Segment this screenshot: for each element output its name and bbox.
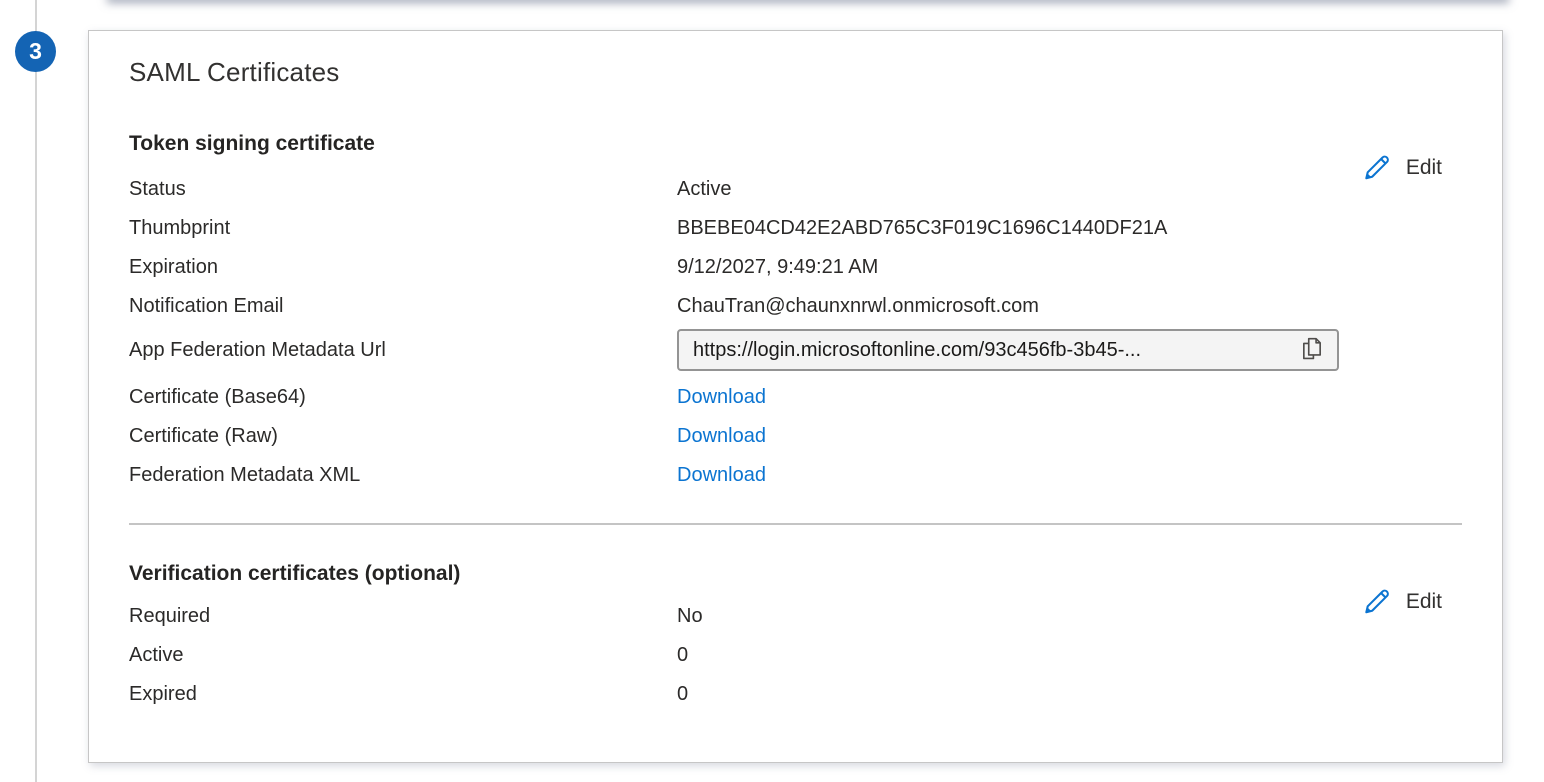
edit-token-signing-certificate-button[interactable]: Edit [1354,147,1448,188]
expired-row: Expired 0 [129,675,1462,714]
certificate-base64-row: Certificate (Base64) Download [129,378,1462,417]
section-divider [129,523,1462,525]
expired-value: 0 [677,683,1462,706]
federation-metadata-xml-row: Federation Metadata XML Download [129,456,1462,495]
notification-email-value: ChauTran@chaunxnrwl.onmicrosoft.com [677,295,1462,318]
download-certificate-raw-link[interactable]: Download [677,425,766,448]
federation-metadata-xml-label: Federation Metadata XML [129,464,677,487]
edit-pencil-icon [1360,151,1393,184]
certificate-raw-label: Certificate (Raw) [129,425,677,448]
status-value: Active [677,178,1462,201]
active-value: 0 [677,644,1462,667]
required-value: No [677,605,1462,628]
edit-button-label: Edit [1406,590,1442,614]
download-certificate-base64-link[interactable]: Download [677,386,766,409]
status-label: Status [129,178,677,201]
app-federation-metadata-url-row: App Federation Metadata Url https://logi… [129,326,1462,374]
app-federation-metadata-url-label: App Federation Metadata Url [129,339,677,362]
thumbprint-value: BBEBE04CD42E2ABD765C3F019C1696C1440DF21A [677,217,1462,240]
edit-verification-certificates-button[interactable]: Edit [1354,581,1448,622]
step-connector-line [35,0,37,782]
step-badge: 3 [15,31,56,72]
active-row: Active 0 [129,636,1462,675]
app-federation-metadata-url-value: https://login.microsoftonline.com/93c456… [693,339,1289,362]
status-row: Status Active [129,170,1462,209]
edit-button-label: Edit [1406,156,1442,180]
app-federation-metadata-url-input[interactable]: https://login.microsoftonline.com/93c456… [677,329,1339,371]
expiration-label: Expiration [129,256,677,279]
step-number: 3 [29,38,42,65]
notification-email-label: Notification Email [129,295,677,318]
verification-certificates-heading: Verification certificates (optional) [129,562,1462,586]
active-label: Active [129,644,677,667]
edit-pencil-icon [1360,585,1393,618]
expired-label: Expired [129,683,677,706]
certificate-base64-label: Certificate (Base64) [129,386,677,409]
copy-url-button[interactable] [1295,333,1329,367]
token-signing-certificate-heading: Token signing certificate [129,132,1462,156]
download-federation-metadata-xml-link[interactable]: Download [677,464,766,487]
certificate-raw-row: Certificate (Raw) Download [129,417,1462,456]
expiration-value: 9/12/2027, 9:49:21 AM [677,256,1462,279]
notification-email-row: Notification Email ChauTran@chaunxnrwl.o… [129,287,1462,326]
required-row: Required No [129,597,1462,636]
card-title: SAML Certificates [129,57,1462,88]
saml-certificates-card: SAML Certificates Token signing certific… [88,30,1503,763]
expiration-row: Expiration 9/12/2027, 9:49:21 AM [129,248,1462,287]
copy-icon [1298,335,1326,366]
thumbprint-label: Thumbprint [129,217,677,240]
required-label: Required [129,605,677,628]
thumbprint-row: Thumbprint BBEBE04CD42E2ABD765C3F019C169… [129,209,1462,248]
